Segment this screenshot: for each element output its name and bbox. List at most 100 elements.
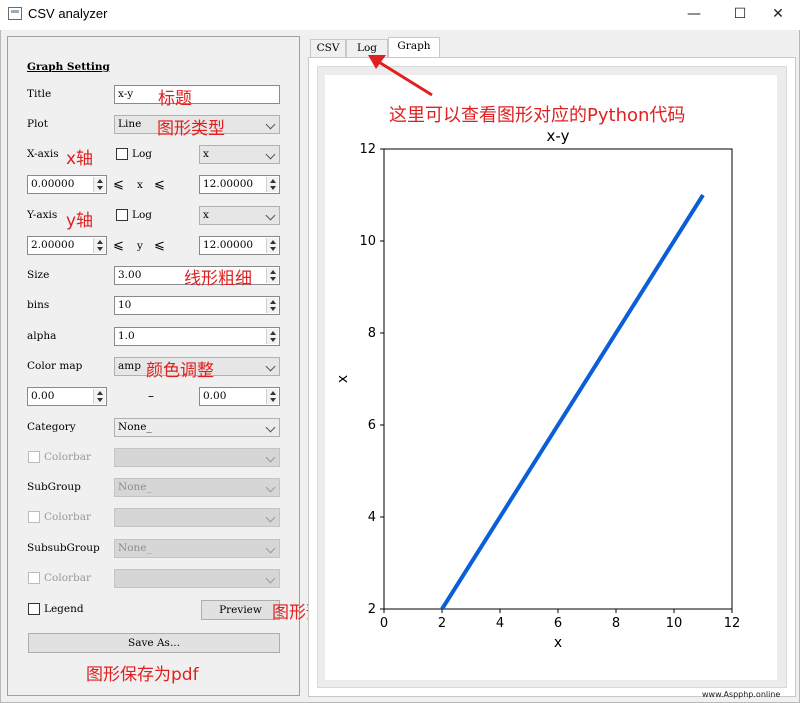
bins-spinbox[interactable]: 10	[114, 296, 280, 315]
category-label: Category	[27, 421, 76, 433]
chevron-down-icon	[265, 422, 276, 433]
save-as-button[interactable]: Save As...	[28, 633, 280, 653]
size-value: 3.00	[118, 269, 142, 281]
leq-symbol: ⩽	[113, 238, 124, 253]
spin-arrows-icon[interactable]	[266, 268, 278, 283]
range-dash: –	[148, 389, 154, 403]
ymin-value: 2.00000	[31, 239, 75, 251]
x-tick-label: 6	[554, 616, 562, 631]
annotation-line-width: 线形粗细	[184, 269, 252, 289]
category-select[interactable]: None_	[114, 418, 280, 437]
xmin-spinbox[interactable]: 0.00000	[27, 175, 107, 194]
yaxis-log-checkbox[interactable]	[116, 209, 128, 221]
xaxis-log-checkbox[interactable]	[116, 148, 128, 160]
spin-arrows-icon[interactable]	[266, 329, 278, 344]
colorbar-checkbox-3[interactable]	[28, 572, 40, 584]
ymin-spinbox[interactable]: 2.00000	[27, 236, 107, 255]
colormap-label: Color map	[27, 360, 83, 372]
y-tick-label: 2	[368, 602, 376, 617]
annotation-arrow-head	[368, 55, 386, 69]
subgroup-label: SubGroup	[27, 481, 81, 493]
spin-arrows-icon[interactable]	[93, 177, 105, 192]
xaxis-log-label: Log	[132, 148, 153, 160]
chevron-down-icon	[265, 452, 276, 463]
chevron-down-icon	[265, 512, 276, 523]
chevron-down-icon	[265, 149, 276, 160]
panel-heading: Graph Setting	[27, 61, 110, 73]
x-tick-label: 2	[438, 616, 446, 631]
cmap-min-value: 0.00	[31, 390, 55, 402]
y-tick-label: 4	[368, 510, 376, 525]
watermark: www.Aspphp.online	[702, 690, 781, 699]
legend-checkbox[interactable]	[28, 603, 40, 615]
xmax-spinbox[interactable]: 12.00000	[199, 175, 280, 194]
title-bar: CSV analyzer — ☐ ✕	[0, 0, 800, 30]
xaxis-column-select[interactable]: x	[199, 145, 280, 164]
chevron-down-icon	[265, 543, 276, 554]
plot-label: Plot	[27, 118, 48, 130]
annotation-color: 颜色调整	[146, 361, 214, 381]
subsubgroup-label: SubsubGroup	[27, 542, 100, 554]
yaxis-column-select[interactable]: x	[199, 206, 280, 225]
chevron-down-icon	[265, 482, 276, 493]
chevron-down-icon	[265, 573, 276, 584]
x-tick-label: 12	[724, 616, 741, 631]
colorbar-select-3[interactable]	[114, 569, 280, 588]
x-symbol: x	[137, 179, 143, 191]
colorbar-checkbox-2[interactable]	[28, 511, 40, 523]
colorbar-label-3: Colorbar	[44, 572, 92, 584]
spin-arrows-icon[interactable]	[266, 298, 278, 313]
y-symbol: y	[137, 240, 143, 252]
bins-value: 10	[118, 299, 132, 311]
cmap-max-spinbox[interactable]: 0.00	[199, 387, 280, 406]
yaxis-label: Y-axis	[27, 209, 58, 221]
subsubgroup-select[interactable]: None_	[114, 539, 280, 558]
app-icon	[8, 7, 22, 20]
leq-symbol: ⩽	[154, 238, 165, 253]
colorbar-checkbox-1[interactable]	[28, 451, 40, 463]
y-axis-label: x	[335, 375, 351, 383]
title-label: Title	[27, 88, 52, 100]
tab-csv[interactable]: CSV	[310, 39, 346, 58]
preview-button[interactable]: Preview	[201, 600, 280, 620]
y-tick-label: 12	[359, 142, 376, 157]
alpha-label: alpha	[27, 330, 57, 342]
leq-symbol: ⩽	[113, 177, 124, 192]
title-input[interactable]: x-y	[114, 85, 280, 104]
minimize-button[interactable]: —	[672, 0, 716, 30]
category-value: None_	[118, 421, 152, 433]
x-tick-label: 10	[666, 616, 683, 631]
leq-symbol: ⩽	[154, 177, 165, 192]
close-button[interactable]: ✕	[756, 0, 800, 30]
spin-arrows-icon[interactable]	[93, 389, 105, 404]
colorbar-label-1: Colorbar	[44, 451, 92, 463]
spin-arrows-icon[interactable]	[266, 389, 278, 404]
size-label: Size	[27, 269, 50, 281]
alpha-value: 1.0	[118, 330, 135, 342]
annotation-arrow	[368, 55, 433, 97]
annotation-arrow-shaft	[373, 57, 433, 97]
subgroup-select[interactable]: None_	[114, 478, 280, 497]
y-tick-label: 6	[368, 418, 376, 433]
annotation-save-pdf: 图形保存为pdf	[86, 665, 199, 685]
x-axis-label: x	[554, 635, 562, 651]
chevron-down-icon	[265, 119, 276, 130]
ymax-spinbox[interactable]: 12.00000	[199, 236, 280, 255]
window-title: CSV analyzer	[28, 6, 108, 21]
legend-label: Legend	[44, 603, 84, 615]
spin-arrows-icon[interactable]	[266, 177, 278, 192]
plot-type-value: Line	[118, 118, 142, 130]
chart-title: x-y	[547, 127, 570, 145]
colorbar-select-2[interactable]	[114, 508, 280, 527]
spin-arrows-icon[interactable]	[93, 238, 105, 253]
colorbar-select-1[interactable]	[114, 448, 280, 467]
cmap-max-value: 0.00	[203, 390, 227, 402]
alpha-spinbox[interactable]: 1.0	[114, 327, 280, 346]
colormap-value: amp	[118, 360, 141, 372]
annotation-x-axis: x轴	[66, 149, 94, 169]
ymax-value: 12.00000	[203, 239, 254, 251]
cmap-min-spinbox[interactable]: 0.00	[27, 387, 107, 406]
x-tick-label: 0	[380, 616, 388, 631]
spin-arrows-icon[interactable]	[266, 238, 278, 253]
annotation-title: 标题	[158, 89, 192, 109]
